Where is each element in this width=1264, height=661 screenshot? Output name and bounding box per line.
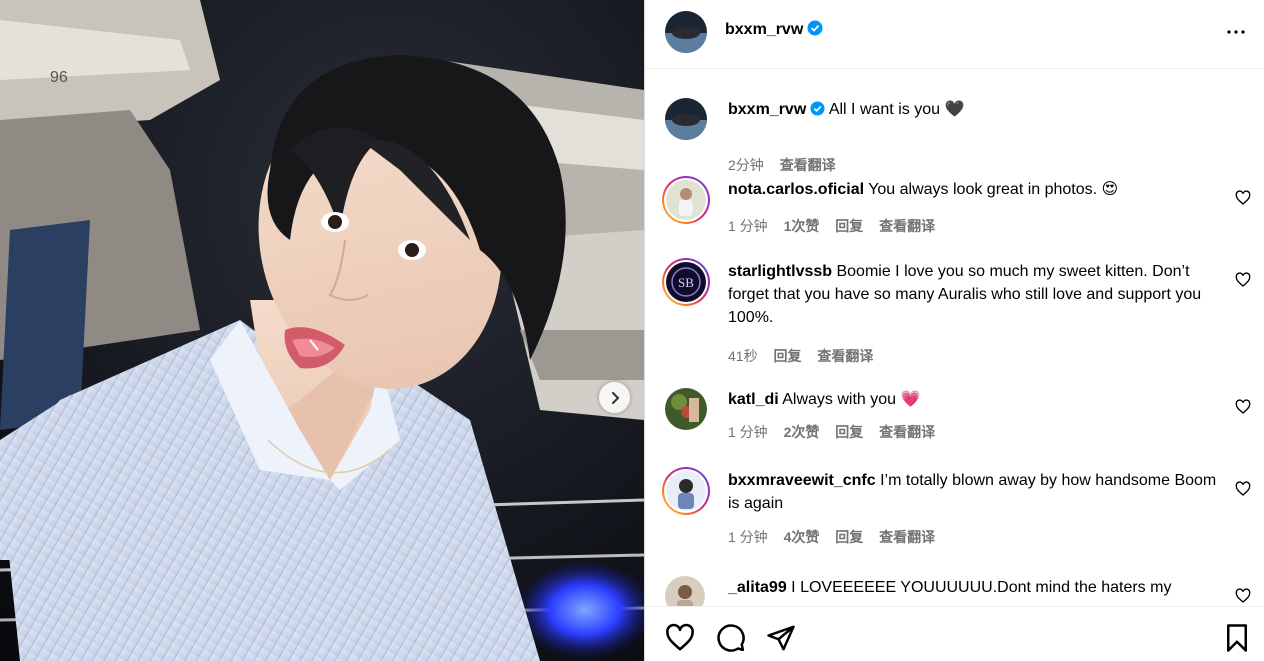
caption-username[interactable]: bxxm_rvw [728,101,806,118]
reply-button[interactable]: 回复 [773,348,801,364]
commenter-avatar[interactable]: SB [662,258,710,306]
author-avatar[interactable] [665,98,707,140]
translate-link[interactable]: 查看翻译 [879,529,935,545]
comment-time[interactable]: 1 分钟 [728,218,768,234]
post-header: bxxm_rvw [645,0,1264,69]
author-avatar[interactable] [665,11,707,53]
caption-time[interactable]: 2分钟 [728,157,764,173]
comment-meta: 1 分钟 1次赞 回复 查看翻译 [728,216,947,236]
heart-icon[interactable] [665,623,695,653]
post-actions-bar [645,606,1264,661]
caption-text: bxxm_rvw All I want is you 🖤 [728,98,1218,121]
more-icon[interactable] [1224,20,1248,44]
caption-body: All I want is you [828,101,940,118]
comment-username[interactable]: _alita99 [728,579,787,596]
translate-link[interactable]: 查看翻译 [879,218,935,234]
comment-username[interactable]: katl_di [728,391,779,408]
commenter-avatar-image [665,388,707,430]
bookmark-icon[interactable] [1222,623,1252,653]
comment-meta: 41秒 回复 查看翻译 [728,346,885,366]
author-username-text[interactable]: bxxm_rvw [725,21,803,38]
comment-text: bxxmraveewit_cnfc I’m totally blown away… [728,469,1218,515]
reply-button[interactable]: 回复 [835,529,863,545]
translate-link[interactable]: 查看翻译 [879,424,935,440]
post-photo: 96 [0,0,644,661]
comment-text: _alita99 I LOVEEEEEE YOUUUUUU.Dont mind … [728,576,1218,599]
chevron-right-icon [611,391,619,404]
reply-button[interactable]: 回复 [835,424,863,440]
commenter-avatar[interactable] [662,176,710,224]
comment-likes[interactable]: 2次赞 [784,424,820,440]
comment-item: SB starlightlvssb Boomie I love you so m… [645,256,1264,364]
comment-time[interactable]: 1 分钟 [728,529,768,545]
heart-icon[interactable] [1235,190,1251,206]
caption-meta: 2分钟 查看翻译 [728,155,848,175]
commenter-avatar-image [666,471,706,511]
commenter-avatar[interactable] [662,467,710,515]
comment-meta: 1 分钟 2次赞 回复 查看翻译 [728,422,947,442]
comment-username[interactable]: nota.carlos.oficial [728,181,864,198]
heart-icon[interactable] [1235,481,1251,497]
commenter-avatar-image: SB [666,262,706,302]
heart-eyes-emoji: 😍 [1101,181,1119,198]
next-photo-button[interactable] [599,382,630,413]
avatar-initials: SB [678,275,694,290]
comment-username[interactable]: bxxmraveewit_cnfc [728,472,876,489]
comment-likes[interactable]: 1次赞 [784,218,820,234]
heart-icon[interactable] [1235,588,1251,604]
verified-icon [807,20,823,36]
photo-illustration: 96 [0,0,644,661]
comment-text: katl_di Always with you 💗 [728,388,1218,411]
commenter-avatar-image [665,576,705,606]
verified-icon [810,101,825,116]
comment-item: katl_di Always with you 💗 1 分钟 2次赞 回复 查看… [645,386,1264,456]
comment-meta: 1 分钟 4次赞 回复 查看翻译 [728,527,947,547]
post-details-panel: bxxm_rvw bxxm_rvw All I want is you 🖤 2分… [644,0,1264,661]
comment-body: You always look great in photos. [868,181,1098,198]
comment-body: I LOVEEEEEE YOUUUUUU.Dont mind the hater… [791,579,1172,596]
author-avatar-image [665,11,707,53]
comment-username[interactable]: starlightlvssb [728,263,832,280]
comments-list[interactable]: bxxm_rvw All I want is you 🖤 2分钟 查看翻译 no… [645,70,1264,606]
comment-likes[interactable]: 4次赞 [784,529,820,545]
caption-translate-link[interactable]: 查看翻译 [780,157,836,173]
comment-icon[interactable] [716,623,746,653]
heart-icon[interactable] [1235,272,1251,288]
author-avatar-image [665,98,707,140]
comment-body: Always with you [782,391,897,408]
boat-number: 96 [50,69,68,86]
comment-text: nota.carlos.oficial You always look grea… [728,178,1218,201]
black-heart-emoji: 🖤 [944,101,965,118]
translate-link[interactable]: 查看翻译 [817,348,873,364]
commenter-avatar[interactable] [665,388,707,430]
share-icon[interactable] [766,623,796,653]
commenter-avatar-image [666,180,706,220]
comment-item: _alita99 I LOVEEEEEE YOUUUUUU.Dont mind … [645,574,1264,606]
reply-button[interactable]: 回复 [835,218,863,234]
comment-item: nota.carlos.oficial You always look grea… [645,174,1264,244]
commenter-avatar[interactable] [665,576,705,606]
comment-time[interactable]: 41秒 [728,348,758,364]
comment-time[interactable]: 1 分钟 [728,424,768,440]
pink-heart-emoji: 💗 [900,391,921,408]
heart-icon[interactable] [1235,399,1251,415]
comment-text: starlightlvssb Boomie I love you so much… [728,260,1218,329]
comment-item: bxxmraveewit_cnfc I’m totally blown away… [645,465,1264,555]
caption: bxxm_rvw All I want is you 🖤 2分钟 查看翻译 [645,95,1264,173]
author-username[interactable]: bxxm_rvw [725,20,823,40]
